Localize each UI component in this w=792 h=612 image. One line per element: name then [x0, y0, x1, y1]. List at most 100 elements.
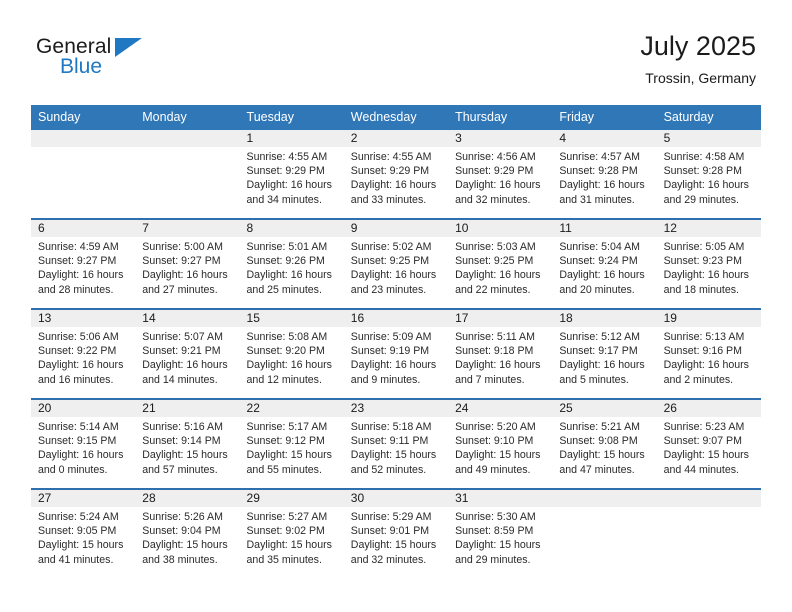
calendar-day-cell[interactable]: 24 Sunrise: 5:20 AM Sunset: 9:10 PM Dayligh…	[448, 400, 553, 488]
weekday-header-row: Sunday Monday Tuesday Wednesday Thursday Frid…	[31, 105, 761, 130]
calendar-day-cell[interactable]: 14 Sunrise: 5:07 AM Sunset: 9:21 PM Dayligh…	[135, 310, 240, 398]
daylight-text: Daylight: 16 hours and 34 minutes.	[246, 179, 332, 206]
sunrise-text: Sunrise: 5:26 AM	[142, 511, 223, 523]
day-details: Sunrise: 4:55 AM Sunset: 9:29 PM Daylight:…	[240, 147, 344, 207]
day-number: 14	[135, 310, 240, 327]
daylight-text: Daylight: 15 hours and 41 minutes.	[38, 539, 124, 566]
calendar-day-cell[interactable]: 29 Sunrise: 5:27 AM Sunset: 9:02 PM Dayligh…	[239, 490, 344, 578]
sunset-text: Sunset: 9:25 PM	[455, 255, 534, 268]
calendar-week-row: 20 Sunrise: 5:14 AM Sunset: 9:15 PM Dayligh…	[31, 398, 761, 488]
calendar-day-cell-empty	[552, 490, 657, 578]
day-details: Sunrise: 4:55 AM Sunset: 9:29 PM Daylight:…	[344, 147, 448, 207]
daylight-text: Daylight: 15 hours and 35 minutes.	[246, 539, 332, 566]
day-number: 21	[135, 400, 240, 417]
calendar-day-cell[interactable]: 28 Sunrise: 5:26 AM Sunset: 9:04 PM Dayligh…	[135, 490, 240, 578]
sunrise-text: Sunrise: 5:11 AM	[455, 331, 535, 343]
weekday-header-wednesday: Wednesday	[350, 110, 417, 124]
calendar-day-cell[interactable]: 15 Sunrise: 5:08 AM Sunset: 9:20 PM Dayligh…	[239, 310, 344, 398]
daylight-text: Daylight: 16 hours and 7 minutes.	[455, 359, 541, 386]
calendar-day-cell[interactable]: 2 Sunrise: 4:55 AM Sunset: 9:29 PM Daylight…	[343, 130, 449, 218]
sunrise-text: Sunrise: 5:29 AM	[350, 511, 432, 523]
calendar-day-cell[interactable]: 20 Sunrise: 5:14 AM Sunset: 9:15 PM Dayligh…	[31, 400, 136, 488]
day-details: Sunrise: 5:21 AM Sunset: 9:08 PM Daylight:…	[552, 417, 656, 477]
calendar-day-cell[interactable]: 26 Sunrise: 5:23 AM Sunset: 9:07 PM Dayligh…	[656, 400, 761, 488]
day-details	[135, 147, 239, 150]
sunset-text: Sunset: 9:21 PM	[142, 345, 221, 358]
day-number: 6	[31, 220, 136, 237]
weekday-header-monday: Monday	[142, 110, 187, 124]
day-number: 3	[448, 130, 553, 147]
calendar-day-cell[interactable]: 30 Sunrise: 5:29 AM Sunset: 9:01 PM Dayligh…	[343, 490, 449, 578]
day-number: 28	[135, 490, 240, 507]
daylight-text: Daylight: 16 hours and 32 minutes.	[455, 179, 541, 206]
calendar-day-cell[interactable]: 19 Sunrise: 5:13 AM Sunset: 9:16 PM Dayligh…	[656, 310, 761, 398]
day-details	[657, 507, 761, 510]
calendar-day-cell[interactable]: 7 Sunrise: 5:00 AM Sunset: 9:27 PM Daylight…	[135, 220, 240, 308]
sunrise-text: Sunrise: 5:02 AM	[350, 241, 432, 253]
logo-text-blue: Blue	[60, 55, 103, 78]
sunset-text: Sunset: 9:29 PM	[246, 165, 325, 178]
day-number: 26	[656, 400, 761, 417]
sunrise-text: Sunrise: 5:20 AM	[455, 421, 536, 433]
calendar-day-cell[interactable]: 13 Sunrise: 5:06 AM Sunset: 9:22 PM Dayligh…	[31, 310, 136, 398]
calendar-day-cell[interactable]: 8 Sunrise: 5:01 AM Sunset: 9:26 PM Daylight…	[239, 220, 344, 308]
daylight-text: Daylight: 16 hours and 29 minutes.	[663, 179, 749, 206]
sunset-text: Sunset: 9:29 PM	[455, 165, 534, 178]
daylight-text: Daylight: 16 hours and 0 minutes.	[38, 449, 124, 476]
sunset-text: Sunset: 9:01 PM	[350, 525, 430, 538]
day-number: 31	[448, 490, 553, 507]
sunset-text: Sunset: 9:15 PM	[38, 435, 117, 448]
calendar-day-cell[interactable]: 11 Sunrise: 5:04 AM Sunset: 9:24 PM Dayligh…	[552, 220, 657, 308]
day-number: 29	[239, 490, 344, 507]
sunset-text: Sunset: 9:22 PM	[38, 345, 117, 358]
sunrise-text: Sunrise: 5:17 AM	[246, 421, 328, 433]
day-details	[31, 147, 135, 150]
day-number: 24	[448, 400, 553, 417]
calendar-day-cell[interactable]: 5 Sunrise: 4:58 AM Sunset: 9:28 PM Daylight…	[656, 130, 761, 218]
calendar-day-cell[interactable]: 23 Sunrise: 5:18 AM Sunset: 9:11 PM Dayligh…	[343, 400, 449, 488]
day-details: Sunrise: 5:12 AM Sunset: 9:17 PM Daylight:…	[552, 327, 656, 387]
page-subtitle: Trossin, Germany	[645, 70, 756, 86]
day-details: Sunrise: 5:09 AM Sunset: 9:19 PM Daylight:…	[344, 327, 448, 387]
calendar-day-cell[interactable]: 25 Sunrise: 5:21 AM Sunset: 9:08 PM Dayligh…	[552, 400, 657, 488]
calendar-day-cell[interactable]: 22 Sunrise: 5:17 AM Sunset: 9:12 PM Dayligh…	[239, 400, 344, 488]
sunrise-text: Sunrise: 5:07 AM	[142, 331, 223, 343]
day-details: Sunrise: 4:56 AM Sunset: 9:29 PM Daylight:…	[448, 147, 552, 207]
sunset-text: Sunset: 9:02 PM	[246, 525, 325, 538]
calendar-day-cell[interactable]: 6 Sunrise: 4:59 AM Sunset: 9:27 PM Daylight…	[31, 220, 136, 308]
calendar-day-cell[interactable]: 16 Sunrise: 5:09 AM Sunset: 9:19 PM Dayligh…	[343, 310, 449, 398]
day-number: 12	[656, 220, 761, 237]
calendar-day-cell[interactable]: 4 Sunrise: 4:57 AM Sunset: 9:28 PM Daylight…	[552, 130, 657, 218]
day-number: 15	[239, 310, 344, 327]
calendar-day-cell[interactable]: 17 Sunrise: 5:11 AM Sunset: 9:18 PM Dayligh…	[448, 310, 553, 398]
daylight-text: Daylight: 15 hours and 32 minutes.	[350, 539, 437, 566]
day-number: 11	[552, 220, 657, 237]
day-number: 27	[31, 490, 136, 507]
day-details: Sunrise: 5:08 AM Sunset: 9:20 PM Daylight:…	[240, 327, 344, 387]
calendar-day-cell[interactable]: 9 Sunrise: 5:02 AM Sunset: 9:25 PM Daylight…	[343, 220, 449, 308]
day-number: 8	[239, 220, 344, 237]
sunrise-text: Sunrise: 5:27 AM	[246, 511, 328, 523]
day-number: 9	[343, 220, 449, 237]
daylight-text: Daylight: 16 hours and 18 minutes.	[663, 269, 749, 296]
daylight-text: Daylight: 15 hours and 49 minutes.	[455, 449, 541, 476]
calendar-day-cell[interactable]: 10 Sunrise: 5:03 AM Sunset: 9:25 PM Dayligh…	[448, 220, 553, 308]
calendar-day-cell[interactable]: 1 Sunrise: 4:55 AM Sunset: 9:29 PM Daylight…	[239, 130, 344, 218]
calendar-day-cell[interactable]: 3 Sunrise: 4:56 AM Sunset: 9:29 PM Daylight…	[448, 130, 553, 218]
calendar-day-cell[interactable]: 31 Sunrise: 5:30 AM Sunset: 8:59 PM Dayligh…	[448, 490, 553, 578]
day-number: 30	[343, 490, 449, 507]
daylight-text: Daylight: 16 hours and 12 minutes.	[246, 359, 332, 386]
day-details: Sunrise: 5:00 AM Sunset: 9:27 PM Daylight:…	[135, 237, 239, 297]
calendar-day-cell[interactable]: 21 Sunrise: 5:16 AM Sunset: 9:14 PM Dayligh…	[135, 400, 240, 488]
calendar-day-cell[interactable]: 12 Sunrise: 5:05 AM Sunset: 9:23 PM Dayligh…	[656, 220, 761, 308]
calendar-day-cell[interactable]: 27 Sunrise: 5:24 AM Sunset: 9:05 PM Dayligh…	[31, 490, 136, 578]
daylight-text: Daylight: 15 hours and 44 minutes.	[663, 449, 749, 476]
day-number: 25	[552, 400, 657, 417]
daylight-text: Daylight: 16 hours and 22 minutes.	[455, 269, 541, 296]
sunrise-text: Sunrise: 5:18 AM	[350, 421, 432, 433]
sunrise-text: Sunrise: 5:01 AM	[246, 241, 328, 253]
day-details: Sunrise: 5:23 AM Sunset: 9:07 PM Daylight:…	[657, 417, 761, 477]
calendar-day-cell[interactable]: 18 Sunrise: 5:12 AM Sunset: 9:17 PM Dayligh…	[552, 310, 657, 398]
sunset-text: Sunset: 8:59 PM	[455, 525, 534, 538]
calendar-week-row: 6 Sunrise: 4:59 AM Sunset: 9:27 PM Daylight…	[31, 218, 761, 308]
